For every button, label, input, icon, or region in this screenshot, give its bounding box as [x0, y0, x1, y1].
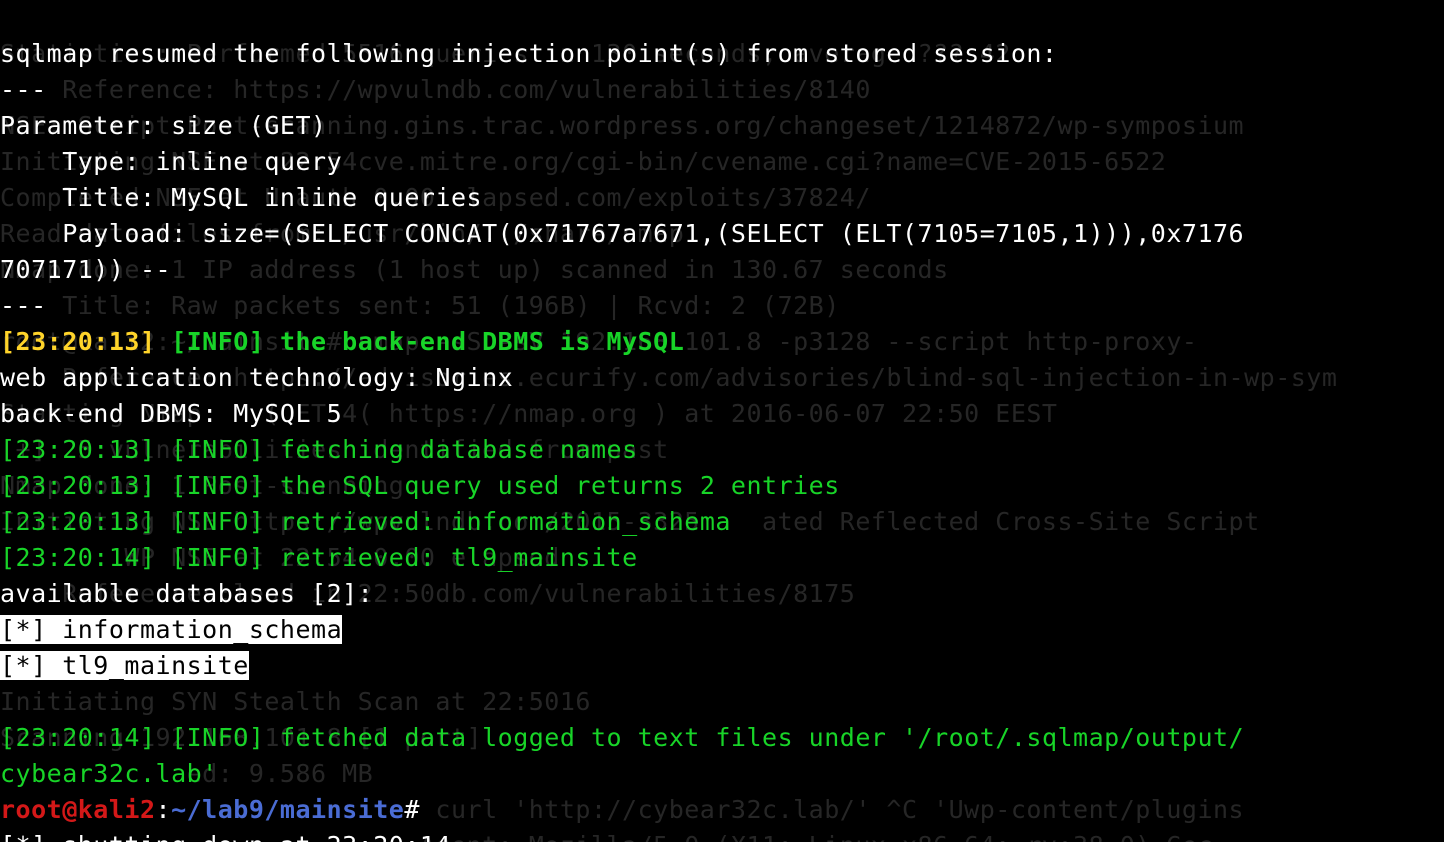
out-line: cybear32c.lab': [0, 759, 218, 788]
out-line: available databases [2]:: [0, 579, 373, 608]
timestamp: [23:20:13]: [0, 435, 156, 464]
out-line: 707171)) --: [0, 255, 171, 284]
prompt-user: root@kali2: [0, 795, 156, 824]
log-message: the SQL query used returns 2 entries: [280, 471, 840, 500]
out-line: ---: [0, 291, 47, 320]
terminal-output: sqlmap resumed the following injection p…: [0, 0, 1444, 842]
db-result-2: [*] tl9_mainsite: [0, 651, 249, 680]
timestamp: [23:20:14]: [0, 723, 156, 752]
info-tag: [INFO]: [156, 327, 280, 356]
timestamp: [23:20:13]: [0, 471, 156, 500]
shell-prompt[interactable]: root@kali2:~/lab9/mainsite#: [0, 795, 420, 824]
log-message: retrieved: information_schema: [280, 507, 731, 536]
timestamp: [23:20:14]: [0, 543, 156, 572]
log-line-dbms: [23:20:13] [INFO] the back-end DBMS is M…: [0, 327, 684, 356]
out-line: back-end DBMS: MySQL 5: [0, 399, 342, 428]
prompt-sep: :: [156, 795, 172, 824]
info-tag: [INFO]: [156, 435, 280, 464]
log-message: fetched data logged to text files under …: [280, 723, 1244, 752]
log-line-retrieved-1: [23:20:13] [INFO] retrieved: information…: [0, 507, 731, 536]
out-line: Title: MySQL inline queries: [0, 183, 482, 212]
log-line-fetching: [23:20:13] [INFO] fetching database name…: [0, 435, 638, 464]
info-tag: [INFO]: [156, 723, 280, 752]
prompt-end: #: [404, 795, 420, 824]
out-line: Payload: size=(SELECT CONCAT(0x71767a767…: [0, 219, 1244, 248]
out-line: [*] shutting down at 23:20:14: [0, 831, 451, 842]
log-message: retrieved: tl9_mainsite: [280, 543, 638, 572]
timestamp: [23:20:13]: [0, 507, 156, 536]
out-line: ---: [0, 75, 47, 104]
log-message: the back-end DBMS is MySQL: [280, 327, 684, 356]
log-message: fetching database names: [280, 435, 638, 464]
db-result-1: [*] information_schema: [0, 615, 342, 644]
info-tag: [INFO]: [156, 471, 280, 500]
info-tag: [INFO]: [156, 507, 280, 536]
out-line: sqlmap resumed the following injection p…: [0, 39, 1058, 68]
info-tag: [INFO]: [156, 543, 280, 572]
log-line-fetched-data: [23:20:14] [INFO] fetched data logged to…: [0, 723, 1244, 752]
log-line-retrieved-2: [23:20:14] [INFO] retrieved: tl9_mainsit…: [0, 543, 638, 572]
out-line: Type: inline query: [0, 147, 342, 176]
prompt-path: ~/lab9/mainsite: [171, 795, 404, 824]
log-line-entries: [23:20:13] [INFO] the SQL query used ret…: [0, 471, 840, 500]
timestamp: [23:20:13]: [0, 327, 156, 356]
out-line: web application technology: Nginx: [0, 363, 513, 392]
out-line: Parameter: size (GET): [0, 111, 327, 140]
